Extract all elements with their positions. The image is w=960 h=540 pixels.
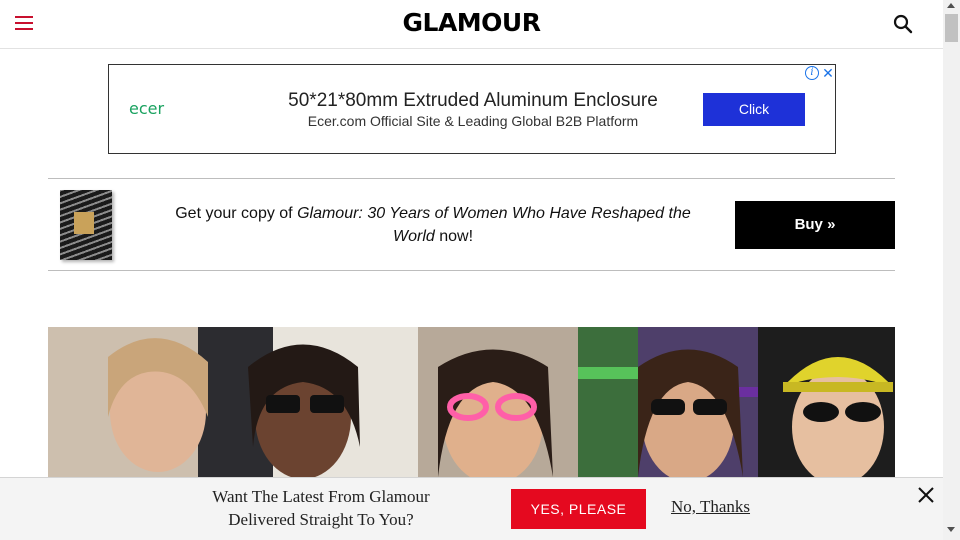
scroll-up-arrow-icon[interactable] [947,3,955,8]
promo-book-title: Glamour: 30 Years of Women Who Have Resh… [297,205,691,245]
page-scrollbar[interactable] [943,0,960,540]
close-icon[interactable] [917,486,935,504]
newsletter-prompt: Want The Latest From Glamour Delivered S… [180,485,462,531]
display-ad[interactable]: ecer 50*21*80mm Extruded Aluminum Enclos… [108,64,836,154]
scroll-thumb[interactable] [945,14,958,42]
buy-button[interactable]: Buy » [735,201,895,249]
hero-photo-women-in-sunglasses[interactable] [48,327,895,477]
promo-text-after: now! [434,228,474,245]
newsletter-banner: Want The Latest From Glamour Delivered S… [0,477,943,540]
site-header: GLAMOUR [0,0,943,49]
newsletter-line-2: Delivered Straight To You? [228,510,414,529]
info-icon[interactable]: i [805,66,819,80]
ad-click-button[interactable]: Click [703,93,805,126]
promo-text-before: Get your copy of [175,205,298,222]
scroll-down-arrow-icon[interactable] [947,527,955,532]
newsletter-line-1: Want The Latest From Glamour [212,487,430,506]
subscribe-yes-button[interactable]: YES, PLEASE [511,489,646,529]
search-icon[interactable] [893,14,913,34]
book-promo: Get your copy of Glamour: 30 Years of Wo… [48,178,895,271]
subscribe-no-link[interactable]: No, Thanks [671,497,750,517]
book-cover-image[interactable] [60,190,112,260]
close-icon[interactable]: ✕ [821,65,835,81]
promo-text: Get your copy of Glamour: 30 Years of Wo… [168,202,698,248]
site-logo[interactable]: GLAMOUR [0,8,943,37]
